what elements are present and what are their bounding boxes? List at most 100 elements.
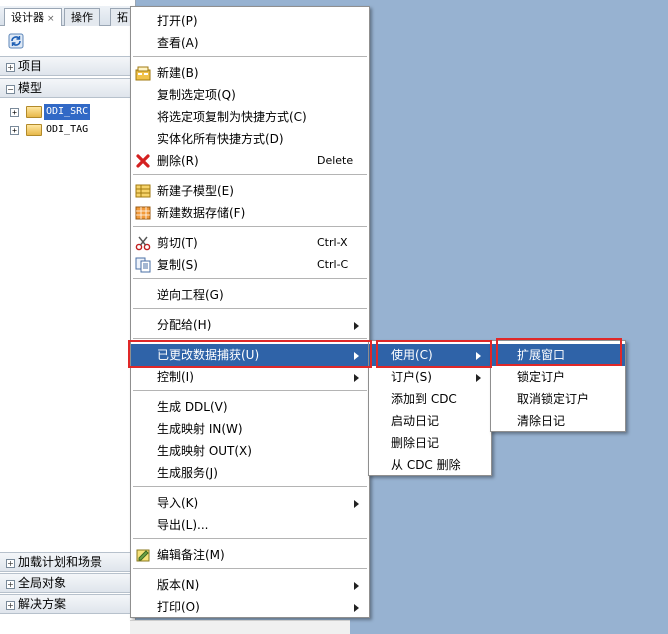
menu-item-version[interactable]: 版本(N)	[131, 574, 369, 596]
menu-item-new-submodel[interactable]: 新建子模型(E)	[131, 180, 369, 202]
menu-item-assign-to[interactable]: 分配给(H)	[131, 314, 369, 336]
menu-separator	[133, 390, 367, 391]
menu-item-generate-ddl[interactable]: 生成 DDL(V)	[131, 396, 369, 418]
submenu-arrow-icon	[476, 352, 481, 360]
menu-item-new[interactable]: 新建(B)	[131, 62, 369, 84]
menu-item-label: 查看(A)	[157, 36, 199, 50]
menu-item-extend-window[interactable]: 扩展窗口	[491, 344, 625, 366]
menu-item-use[interactable]: 使用(C)	[369, 344, 491, 366]
menu-item-lock-subscriber[interactable]: 锁定订户	[491, 366, 625, 388]
expand-icon[interactable]: +	[6, 580, 15, 589]
menu-item-cut[interactable]: 剪切(T) Ctrl-X	[131, 232, 369, 254]
menu-item-label: 控制(I)	[157, 370, 194, 384]
menu-item-add-to-cdc[interactable]: 添加到 CDC	[369, 388, 491, 410]
menu-item-purge-journal[interactable]: 清除日记	[491, 410, 625, 432]
section-global[interactable]: + 全局对象	[0, 573, 136, 593]
menu-item-label: 复制(S)	[157, 258, 198, 272]
menu-item-copy-as-shortcut[interactable]: 将选定项复制为快捷方式(C)	[131, 106, 369, 128]
menu-item-label: 删除日记	[391, 436, 440, 450]
section-project[interactable]: + 项目	[0, 56, 136, 76]
menu-item-edit-memo[interactable]: 编辑备注(M)	[131, 544, 369, 566]
menu-item-materialize-shortcuts[interactable]: 实体化所有快捷方式(D)	[131, 128, 369, 150]
expand-icon[interactable]: +	[10, 108, 19, 117]
tab-operator[interactable]: 操作	[64, 8, 100, 26]
menu-item-unlock-subscriber[interactable]: 取消锁定订户	[491, 388, 625, 410]
menu-item-label: 清除日记	[517, 414, 566, 428]
shortcut-delete: Delete	[317, 154, 354, 167]
menu-item-open[interactable]: 打开(P)	[131, 10, 369, 32]
menu-separator	[133, 278, 367, 279]
menu-item-label: 新建数据存储(F)	[157, 206, 246, 220]
horizontal-scrollbar[interactable]	[130, 620, 350, 634]
menu-item-generate-service[interactable]: 生成服务(J)	[131, 462, 369, 484]
menu-separator	[133, 568, 367, 569]
context-menu: 打开(P) 查看(A) 新建(B) 复制选定项(Q) 将选定项复制为快捷方式(C…	[130, 6, 370, 618]
submenu-arrow-icon	[354, 604, 359, 612]
menu-item-generate-mapping-out[interactable]: 生成映射 OUT(X)	[131, 440, 369, 462]
menu-item-label: 生成映射 IN(W)	[157, 422, 243, 436]
menu-item-print[interactable]: 打印(O)	[131, 596, 369, 618]
tree-item-label: ODI_SRC	[44, 104, 91, 120]
expand-icon[interactable]: +	[6, 63, 15, 72]
collapse-icon[interactable]: −	[6, 85, 15, 94]
menu-item-label: 分配给(H)	[157, 318, 212, 332]
submenu-arrow-icon	[354, 352, 359, 360]
tab-designer[interactable]: 设计器 ×	[4, 8, 62, 26]
menu-item-label: 新建(B)	[157, 66, 199, 80]
menu-item-label: 取消锁定订户	[517, 392, 590, 406]
expand-icon[interactable]: +	[10, 126, 19, 135]
submenu-arrow-icon	[354, 500, 359, 508]
shortcut-copy: Ctrl-C	[317, 258, 349, 271]
menu-item-generate-mapping-in[interactable]: 生成映射 IN(W)	[131, 418, 369, 440]
delete-icon	[136, 154, 150, 168]
menu-item-remove-from-cdc[interactable]: 从 CDC 删除	[369, 454, 491, 476]
expand-icon[interactable]: +	[6, 601, 15, 610]
menu-item-label: 将选定项复制为快捷方式(C)	[157, 110, 307, 124]
section-loadplan-label: 加载计划和场景	[18, 555, 103, 569]
submenu-arrow-icon	[354, 322, 359, 330]
submenu-arrow-icon	[354, 582, 359, 590]
menu-item-new-datastore[interactable]: 新建数据存储(F)	[131, 202, 369, 224]
scissors-icon	[135, 236, 151, 251]
menu-separator	[133, 56, 367, 57]
menu-item-label: 生成 DDL(V)	[157, 400, 228, 414]
menu-item-changed-data-capture[interactable]: 已更改数据捕获(U)	[131, 344, 369, 366]
menu-item-label: 版本(N)	[157, 578, 200, 592]
menu-item-start-journal[interactable]: 启动日记	[369, 410, 491, 432]
close-icon[interactable]: ×	[47, 14, 55, 24]
menu-separator	[133, 226, 367, 227]
menu-item-label: 剪切(T)	[157, 236, 198, 250]
menu-item-label: 生成映射 OUT(X)	[157, 444, 252, 458]
new-icon	[135, 66, 151, 81]
menu-item-label: 启动日记	[391, 414, 440, 428]
menu-item-reverse-engineer[interactable]: 逆向工程(G)	[131, 284, 369, 306]
menu-item-subscriber[interactable]: 订户(S)	[369, 366, 491, 388]
refresh-icon[interactable]	[8, 33, 24, 49]
section-solution-label: 解决方案	[18, 597, 67, 611]
menu-item-label: 已更改数据捕获(U)	[157, 348, 260, 362]
expand-icon[interactable]: +	[6, 559, 15, 568]
menu-item-copy[interactable]: 复制(S) Ctrl-C	[131, 254, 369, 276]
use-submenu: 扩展窗口 锁定订户 取消锁定订户 清除日记	[490, 340, 626, 432]
menu-item-import[interactable]: 导入(K)	[131, 492, 369, 514]
menu-item-control[interactable]: 控制(I)	[131, 366, 369, 388]
menu-item-export[interactable]: 导出(L)...	[131, 514, 369, 536]
menu-item-label: 导出(L)...	[157, 518, 209, 532]
section-model[interactable]: − 模型	[0, 78, 136, 98]
section-solution[interactable]: + 解决方案	[0, 594, 136, 614]
menu-item-label: 编辑备注(M)	[157, 548, 225, 562]
menu-item-delete[interactable]: 删除(R) Delete	[131, 150, 369, 172]
navigator-tabs: 设计器 × 操作 拓	[0, 6, 136, 26]
menu-item-label: 逆向工程(G)	[157, 288, 224, 302]
tab-topology-label: 拓	[117, 11, 128, 24]
menu-item-label: 锁定订户	[517, 370, 566, 384]
menu-item-view[interactable]: 查看(A)	[131, 32, 369, 54]
menu-separator	[133, 174, 367, 175]
menu-item-duplicate-selection[interactable]: 复制选定项(Q)	[131, 84, 369, 106]
model-folder-icon	[26, 124, 42, 136]
tree-item-label: ODI_TAG	[46, 124, 89, 135]
section-global-label: 全局对象	[18, 576, 67, 590]
menu-item-drop-journal[interactable]: 删除日记	[369, 432, 491, 454]
menu-item-label: 复制选定项(Q)	[157, 88, 236, 102]
section-loadplan[interactable]: + 加载计划和场景	[0, 552, 136, 572]
